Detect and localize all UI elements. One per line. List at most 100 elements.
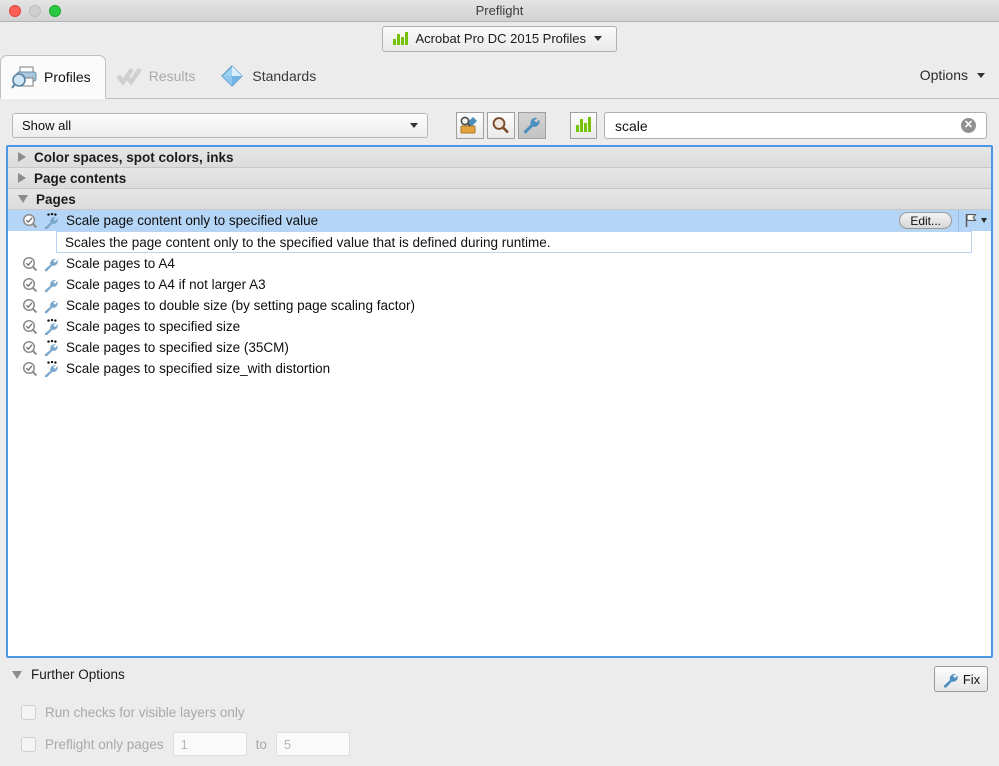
rules-list-panel[interactable]: Color spaces, spot colors, inks Page con… [6,145,993,658]
rule-label: Scale pages to specified size [66,319,241,334]
disclosure-down-icon[interactable] [12,670,22,679]
disclosure-down-icon[interactable] [18,195,28,203]
group-label: Pages [36,191,76,207]
rule-actions: Edit... [899,210,987,231]
rule-icons [22,212,66,229]
table-row[interactable]: Scale pages to specified size [8,316,991,337]
table-row[interactable]: Scale pages to specified size_with disto… [8,358,991,379]
rule-label: Scale pages to specified size_with disto… [66,361,331,376]
rule-label: Scale pages to A4 [66,256,175,271]
rule-label: Scale pages to A4 if not larger A3 [66,277,266,292]
search-field[interactable]: ✕ [604,112,987,139]
group-header-pages[interactable]: Pages [8,189,991,210]
tab-profiles[interactable]: Profiles [0,55,106,99]
tab-results-label: Results [148,68,196,84]
magnifier-check-icon [22,213,38,228]
profile-set-dropdown[interactable]: Acrobat Pro DC 2015 Profiles [382,25,617,52]
group-header-color-spaces[interactable]: Color spaces, spot colors, inks [8,147,991,168]
page-range-option[interactable]: Preflight only pages 1 to 5 [21,732,350,756]
table-row[interactable]: Scale page content only to specified val… [8,210,991,231]
flag-icon [965,214,977,227]
page-range-to-label: to [255,736,267,752]
further-options-label: Further Options [31,667,125,682]
filter-select[interactable]: Show all [12,113,428,138]
visible-layers-checkbox[interactable] [21,705,36,720]
wrench-magnifier-icon [460,116,477,134]
rule-label: Scale pages to specified size (35CM) [66,340,289,355]
disclosure-right-icon[interactable] [18,173,26,183]
wrench-dots-icon [44,339,58,356]
visible-layers-label: Run checks for visible layers only [45,705,245,720]
magnifier-check-icon [22,319,38,334]
clear-search-icon[interactable]: ✕ [961,118,976,133]
page-range-label: Preflight only pages [45,736,164,752]
group-label: Page contents [34,170,127,186]
titlebar: Preflight [0,0,999,22]
options-menu-label: Options [919,67,968,83]
group-label: Color spaces, spot colors, inks [34,149,234,165]
wrench-icon [44,258,58,271]
chevron-down-icon [981,218,987,223]
wrench-dots-icon [44,318,58,335]
disclosure-right-icon[interactable] [18,152,26,162]
printer-magnifier-icon [11,66,37,89]
edit-button[interactable]: Edit... [899,212,952,229]
flag-dropdown[interactable] [958,210,987,231]
tabbar: Profiles Results Standards Options [0,55,999,99]
wrench-icon [523,117,540,134]
page-range-from-input[interactable]: 1 [172,732,247,756]
table-row[interactable]: Scale pages to A4 if not larger A3 [8,274,991,295]
further-options-toggle[interactable]: Further Options [12,667,125,682]
barchart-icon [393,32,408,45]
fix-button-label: Fix [962,671,981,687]
rule-label: Scale page content only to specified val… [66,213,319,228]
rule-icons [22,298,66,314]
window-title: Preflight [475,3,524,18]
filter-select-value: Show all [22,118,72,133]
tab-standards[interactable]: Standards [209,54,330,98]
barchart-icon [576,117,591,132]
page-range-to-input[interactable]: 5 [275,732,350,756]
visible-layers-option[interactable]: Run checks for visible layers only [21,705,245,720]
wrench-dots-icon [44,360,58,377]
profile-chooser-row: Acrobat Pro DC 2015 Profiles [0,22,999,55]
chevron-down-icon [977,72,985,78]
chevron-down-icon [410,123,418,128]
wrench-icon [44,300,58,313]
table-row[interactable]: Scale pages to A4 [8,253,991,274]
rule-icons [22,277,66,293]
rule-label: Scale pages to double size (by setting p… [66,298,415,313]
checkmarks-icon [115,67,142,86]
wrench-icon [44,279,58,292]
tab-results[interactable]: Results [106,54,210,98]
table-row[interactable]: Scale pages to specified size (35CM) [8,337,991,358]
chevron-down-icon [594,36,603,41]
preflight-window: Print Production Preflight Acrobat Pro D… [0,0,999,766]
magnifier-check-icon [22,340,38,355]
tab-profiles-label: Profiles [44,69,91,85]
magnifier-check-icon [22,361,38,376]
fixups-button[interactable] [518,112,546,139]
fix-button[interactable]: Fix [934,666,988,692]
tab-standards-label: Standards [252,68,317,84]
rule-icons [22,339,66,356]
wrench-dots-icon [44,212,58,229]
rule-icons [22,256,66,272]
profile-set-label: Acrobat Pro DC 2015 Profiles [415,31,587,46]
magnifier-icon [492,117,509,134]
rule-icons [22,318,66,335]
search-input[interactable] [615,117,961,134]
blue-diamond-icon [221,65,244,87]
magnifier-check-icon [22,298,38,313]
table-row[interactable]: Scale pages to double size (by setting p… [8,295,991,316]
wrench-icon [943,673,958,688]
page-range-checkbox[interactable] [21,736,36,752]
magnifier-check-icon [22,256,38,271]
options-menu[interactable]: Options [920,67,985,83]
magnifier-check-icon [22,277,38,292]
group-header-page-contents[interactable]: Page contents [8,168,991,189]
new-profile-button[interactable] [456,112,484,139]
rule-description: Scales the page content only to the spec… [56,231,972,253]
find-checks-button[interactable] [487,112,515,139]
statistics-button[interactable] [570,112,597,139]
